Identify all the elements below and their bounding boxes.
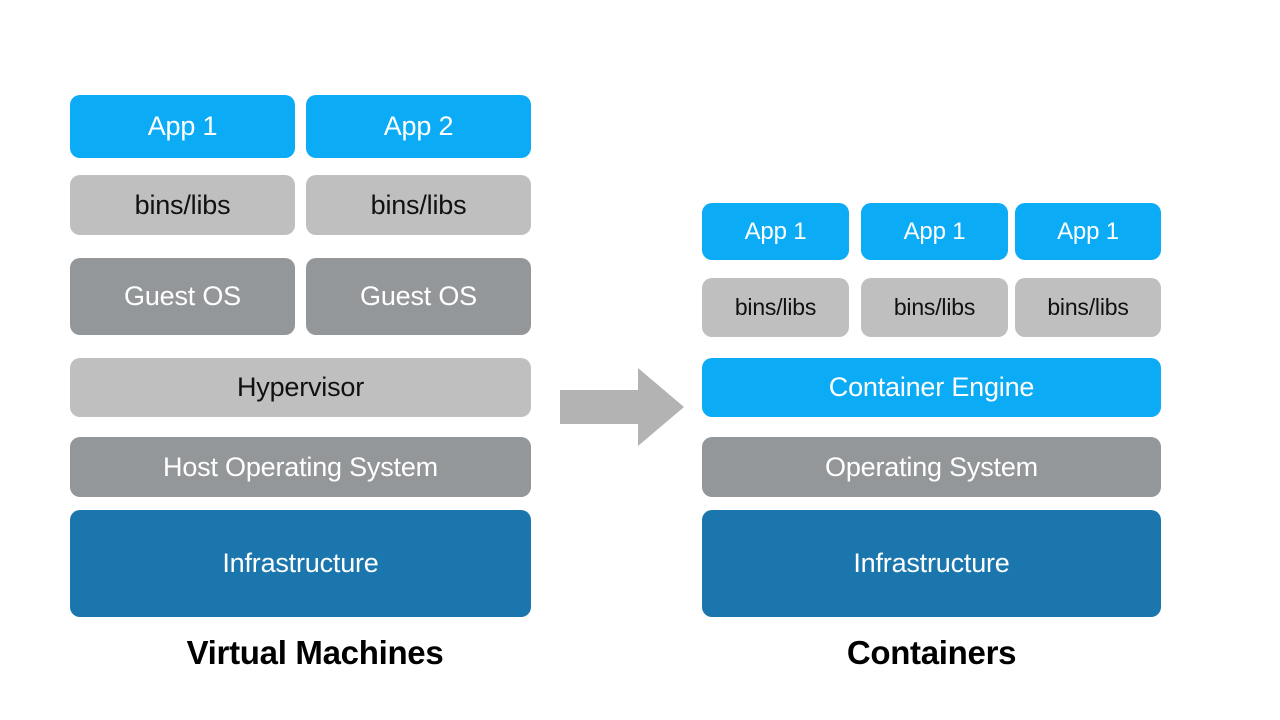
right-arrow-icon [560,368,684,446]
vm-guest-os-box-1: Guest OS [70,258,295,335]
container-operating-system-box: Operating System [702,437,1161,497]
vm-app-box-1: App 1 [70,95,295,158]
vm-hypervisor-box: Hypervisor [70,358,531,417]
vm-bins-libs-box-2: bins/libs [306,175,531,235]
vm-guest-os-box-2: Guest OS [306,258,531,335]
vm-bins-libs-box-1: bins/libs [70,175,295,235]
diagram-canvas: App 1 App 2 bins/libs bins/libs Guest OS… [0,0,1280,720]
container-infrastructure-box: Infrastructure [702,510,1161,617]
virtual-machines-caption: Virtual Machines [186,634,444,671]
vm-host-operating-system-box: Host Operating System [70,437,531,497]
container-app-box-3: App 1 [1015,203,1161,260]
container-bins-libs-box-2: bins/libs [861,278,1008,337]
container-app-box-1: App 1 [702,203,849,260]
vm-app-box-2: App 2 [306,95,531,158]
container-engine-box: Container Engine [702,358,1161,417]
container-bins-libs-box-1: bins/libs [702,278,849,337]
containers-caption: Containers [846,634,1017,671]
container-app-box-2: App 1 [861,203,1008,260]
vm-infrastructure-box: Infrastructure [70,510,531,617]
container-bins-libs-box-3: bins/libs [1015,278,1161,337]
